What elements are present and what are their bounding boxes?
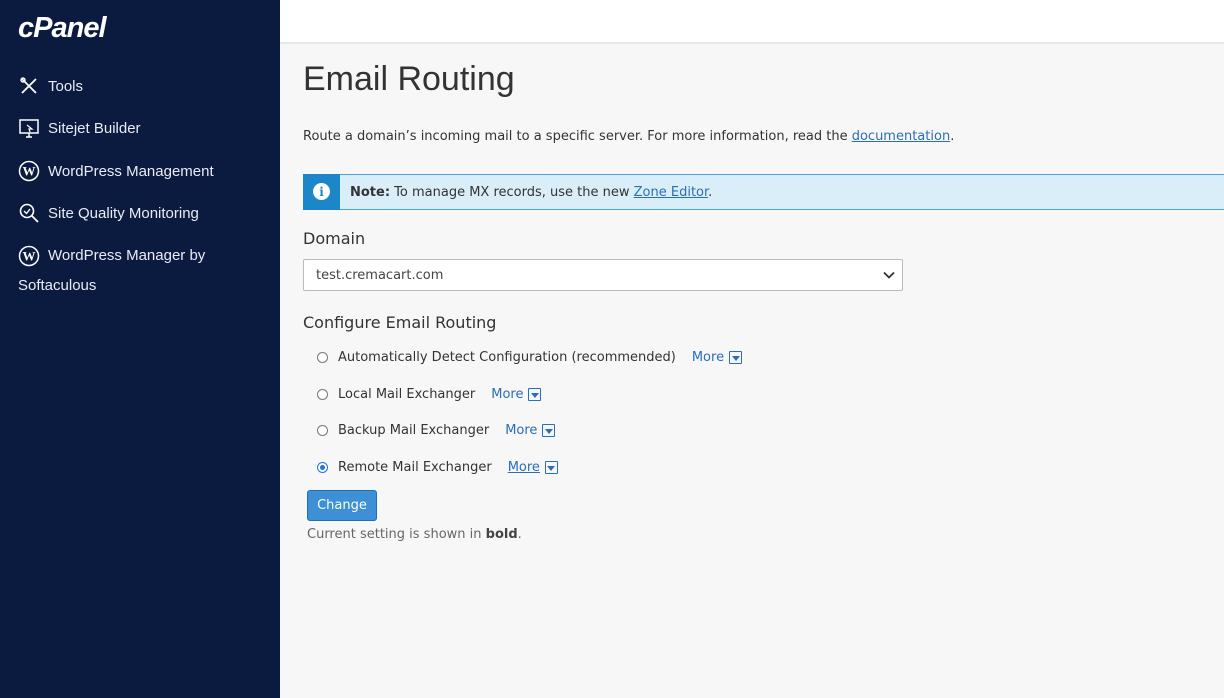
tools-icon <box>18 75 40 97</box>
sidebar-item-sitejet[interactable]: Sitejet Builder <box>18 117 141 139</box>
option-auto-detect: Automatically Detect Configuration (reco… <box>317 350 743 365</box>
wordpress-icon: W <box>18 245 40 267</box>
dropdown-arrow-icon <box>528 388 542 401</box>
domain-select-value: test.cremacart.com <box>316 267 444 283</box>
more-label: More <box>691 350 725 365</box>
more-label: More <box>507 460 540 475</box>
hint-bold: bold <box>485 527 518 542</box>
sidebar-item-label: Site Quality Monitoring <box>48 204 199 222</box>
sidebar-item-wordpress-manager-softaculous[interactable]: W WordPress Manager by Softaculous <box>18 241 248 301</box>
option-local-mail-exchanger: Local Mail Exchanger More <box>317 387 542 402</box>
info-icon-box: i <box>303 173 340 210</box>
domain-select[interactable]: test.cremacart.com <box>303 259 903 291</box>
hint-prefix: Current setting is shown in <box>307 527 486 542</box>
page-title: Email Routing <box>303 60 515 98</box>
note-message: To manage MX records, use the new <box>390 184 634 200</box>
dropdown-arrow-icon <box>544 461 558 474</box>
option-label: Remote Mail Exchanger <box>338 460 492 475</box>
note-suffix: . <box>708 184 713 200</box>
more-toggle[interactable]: More <box>491 387 542 402</box>
hint-suffix: . <box>517 527 522 542</box>
intro-text: Route a domain’s incoming mail to a spec… <box>303 129 954 144</box>
svg-text:W: W <box>23 164 36 179</box>
note-alert: i Note: To manage MX records, use the ne… <box>303 173 1224 210</box>
more-label: More <box>505 423 538 438</box>
cpanel-logo[interactable]: cPanel <box>18 12 106 45</box>
more-toggle[interactable]: More <box>505 423 556 438</box>
sidebar: cPanel Tools Sitejet Builder W WordPress… <box>0 0 280 698</box>
svg-text:W: W <box>23 249 36 264</box>
intro-description: Route a domain’s incoming mail to a spec… <box>303 129 852 144</box>
radio-remote-mail-exchanger[interactable] <box>317 462 328 473</box>
more-label: More <box>491 387 524 402</box>
option-backup-mail-exchanger: Backup Mail Exchanger More <box>317 423 556 438</box>
note-text: Note: To manage MX records, use the new … <box>350 185 712 200</box>
radio-local-mail-exchanger[interactable] <box>317 389 328 400</box>
option-remote-mail-exchanger: Remote Mail Exchanger More <box>317 460 558 475</box>
sidebar-item-label: Tools <box>48 77 84 95</box>
radio-auto-detect[interactable] <box>317 352 328 363</box>
sidebar-item-label: WordPress Manager by Softaculous <box>18 247 206 294</box>
sitejet-icon <box>18 117 40 139</box>
current-setting-hint: Current setting is shown in bold. <box>307 527 522 542</box>
info-icon: i <box>313 183 330 200</box>
configure-email-routing-label: Configure Email Routing <box>303 313 497 332</box>
wordpress-icon: W <box>18 160 40 182</box>
more-toggle[interactable]: More <box>691 350 743 365</box>
option-label: Local Mail Exchanger <box>338 387 476 402</box>
option-label: Backup Mail Exchanger <box>338 423 490 438</box>
sidebar-item-site-quality-monitoring[interactable]: Site Quality Monitoring <box>18 202 199 224</box>
dropdown-arrow-icon <box>729 351 743 364</box>
documentation-link[interactable]: documentation <box>852 129 950 144</box>
option-label: Automatically Detect Configuration (reco… <box>338 350 676 365</box>
sidebar-item-wordpress-management[interactable]: W WordPress Management <box>18 160 214 182</box>
sidebar-item-label: Sitejet Builder <box>48 119 141 137</box>
zone-editor-link[interactable]: Zone Editor <box>634 185 709 200</box>
intro-suffix: . <box>950 129 955 144</box>
sidebar-item-tools[interactable]: Tools <box>18 75 83 97</box>
chevron-down-icon <box>882 268 896 286</box>
note-label: Note: <box>350 184 391 200</box>
domain-label: Domain <box>303 229 366 248</box>
main-content: Email Routing Route a domain’s incoming … <box>303 0 1224 698</box>
more-toggle[interactable]: More <box>508 460 558 475</box>
search-check-icon <box>18 202 40 224</box>
sidebar-item-label: WordPress Management <box>48 162 214 180</box>
change-button[interactable]: Change <box>307 490 377 521</box>
dropdown-arrow-icon <box>542 424 556 437</box>
radio-backup-mail-exchanger[interactable] <box>317 425 328 436</box>
